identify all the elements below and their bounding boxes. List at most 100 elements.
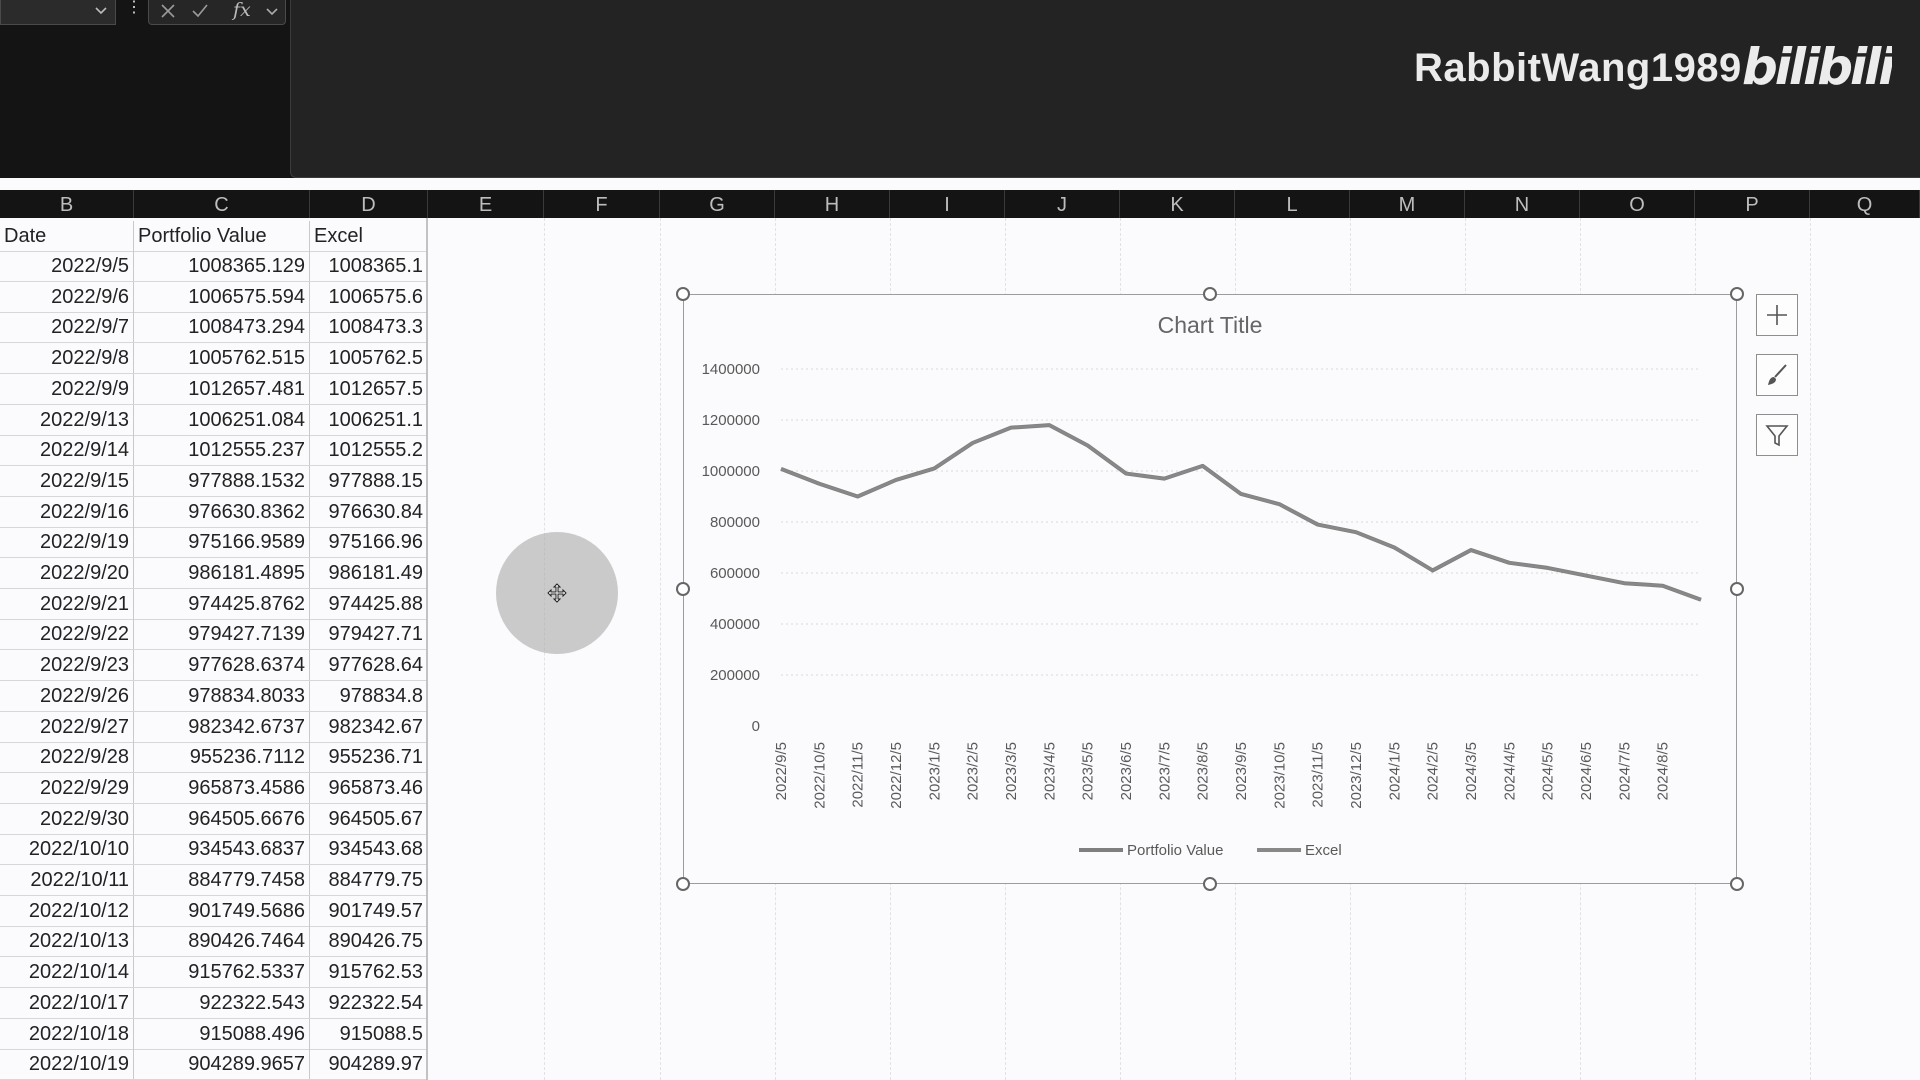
date-cell[interactable]: 2022/9/15 <box>0 465 134 496</box>
portfolio-value-cell[interactable]: 1006575.594 <box>134 281 310 312</box>
column-header-b[interactable]: B <box>0 190 134 218</box>
resize-handle-bottom-right[interactable] <box>1730 877 1744 891</box>
column-header-m[interactable]: M <box>1350 190 1465 218</box>
date-cell[interactable]: 2022/9/21 <box>0 588 134 619</box>
chevron-down-icon[interactable] <box>93 2 109 18</box>
portfolio-value-cell[interactable]: 977888.1532 <box>134 465 310 496</box>
date-cell[interactable]: 2022/10/19 <box>0 1049 134 1080</box>
date-cell[interactable]: 2022/10/11 <box>0 865 134 895</box>
date-cell[interactable]: 2022/10/14 <box>0 957 134 988</box>
column-header-p[interactable]: P <box>1695 190 1810 218</box>
column-header-cell[interactable]: Date <box>0 221 134 251</box>
portfolio-value-cell[interactable]: 934543.6837 <box>134 834 310 865</box>
date-cell[interactable]: 2022/9/14 <box>0 435 134 466</box>
date-cell[interactable]: 2022/9/16 <box>0 496 134 527</box>
portfolio-value-cell[interactable]: 955236.7112 <box>134 742 310 773</box>
date-cell[interactable]: 2022/9/29 <box>0 772 134 803</box>
column-header-f[interactable]: F <box>544 190 660 218</box>
excel-value-cell[interactable]: 978834.8 <box>310 680 428 711</box>
column-header-o[interactable]: O <box>1580 190 1695 218</box>
column-header-cell[interactable]: Excel <box>310 221 428 251</box>
excel-value-cell[interactable]: 965873.46 <box>310 772 428 803</box>
resize-handle-top-left[interactable] <box>676 287 690 301</box>
excel-value-cell[interactable]: 915088.5 <box>310 1018 428 1049</box>
excel-value-cell[interactable]: 977888.15 <box>310 465 428 496</box>
date-cell[interactable]: 2022/10/12 <box>0 895 134 926</box>
date-cell[interactable]: 2022/9/8 <box>0 343 134 374</box>
excel-value-cell[interactable]: 1005762.5 <box>310 343 428 374</box>
confirm-icon[interactable] <box>191 2 209 20</box>
excel-value-cell[interactable]: 977628.64 <box>310 650 428 681</box>
portfolio-value-cell[interactable]: 1012555.237 <box>134 435 310 466</box>
date-cell[interactable]: 2022/9/6 <box>0 281 134 312</box>
excel-value-cell[interactable]: 976630.84 <box>310 496 428 527</box>
date-cell[interactable]: 2022/9/9 <box>0 373 134 404</box>
excel-value-cell[interactable]: 1012555.2 <box>310 435 428 466</box>
date-cell[interactable]: 2022/9/5 <box>0 251 134 281</box>
portfolio-value-cell[interactable]: 986181.4895 <box>134 558 310 588</box>
date-cell[interactable]: 2022/9/20 <box>0 558 134 588</box>
portfolio-value-cell[interactable]: 901749.5686 <box>134 895 310 926</box>
excel-value-cell[interactable]: 904289.97 <box>310 1049 428 1080</box>
chart-styles-button[interactable] <box>1756 354 1798 396</box>
cancel-icon[interactable] <box>159 2 177 20</box>
date-cell[interactable]: 2022/9/7 <box>0 312 134 343</box>
portfolio-value-cell[interactable]: 977628.6374 <box>134 650 310 681</box>
excel-value-cell[interactable]: 986181.49 <box>310 558 428 588</box>
date-cell[interactable]: 2022/10/17 <box>0 987 134 1018</box>
date-cell[interactable]: 2022/9/28 <box>0 742 134 773</box>
date-cell[interactable]: 2022/9/19 <box>0 527 134 558</box>
excel-value-cell[interactable]: 915762.53 <box>310 957 428 988</box>
portfolio-value-cell[interactable]: 915762.5337 <box>134 957 310 988</box>
date-cell[interactable]: 2022/9/30 <box>0 803 134 834</box>
excel-value-cell[interactable]: 979427.71 <box>310 619 428 650</box>
portfolio-value-cell[interactable]: 978834.8033 <box>134 680 310 711</box>
date-cell[interactable]: 2022/10/18 <box>0 1018 134 1049</box>
portfolio-value-cell[interactable]: 1008473.294 <box>134 312 310 343</box>
portfolio-value-cell[interactable]: 890426.7464 <box>134 926 310 957</box>
date-cell[interactable]: 2022/9/23 <box>0 650 134 681</box>
portfolio-value-cell[interactable]: 975166.9589 <box>134 527 310 558</box>
excel-value-cell[interactable]: 890426.75 <box>310 926 428 957</box>
portfolio-value-cell[interactable]: 1008365.129 <box>134 251 310 281</box>
column-header-k[interactable]: K <box>1120 190 1235 218</box>
chevron-down-icon[interactable] <box>263 2 281 20</box>
column-header-q[interactable]: Q <box>1810 190 1920 218</box>
excel-value-cell[interactable]: 1008473.3 <box>310 312 428 343</box>
column-header-c[interactable]: C <box>134 190 310 218</box>
excel-value-cell[interactable]: 974425.88 <box>310 588 428 619</box>
column-header-cell[interactable]: Portfolio Value <box>134 221 310 251</box>
chart-filters-button[interactable] <box>1756 414 1798 456</box>
excel-value-cell[interactable]: 982342.67 <box>310 711 428 742</box>
excel-value-cell[interactable]: 901749.57 <box>310 895 428 926</box>
column-header-j[interactable]: J <box>1005 190 1120 218</box>
date-cell[interactable]: 2022/9/22 <box>0 619 134 650</box>
date-cell[interactable]: 2022/9/26 <box>0 680 134 711</box>
excel-value-cell[interactable]: 922322.54 <box>310 987 428 1018</box>
portfolio-value-cell[interactable]: 1005762.515 <box>134 343 310 374</box>
portfolio-value-cell[interactable]: 974425.8762 <box>134 588 310 619</box>
column-header-h[interactable]: H <box>775 190 890 218</box>
excel-value-cell[interactable]: 884779.75 <box>310 865 428 895</box>
resize-handle-bottom-left[interactable] <box>676 877 690 891</box>
column-header-g[interactable]: G <box>660 190 775 218</box>
date-cell[interactable]: 2022/10/10 <box>0 834 134 865</box>
date-cell[interactable]: 2022/9/27 <box>0 711 134 742</box>
excel-value-cell[interactable]: 934543.68 <box>310 834 428 865</box>
column-header-l[interactable]: L <box>1235 190 1350 218</box>
excel-value-cell[interactable]: 975166.96 <box>310 527 428 558</box>
portfolio-value-cell[interactable]: 915088.496 <box>134 1018 310 1049</box>
excel-value-cell[interactable]: 955236.71 <box>310 742 428 773</box>
portfolio-value-cell[interactable]: 884779.7458 <box>134 865 310 895</box>
portfolio-value-cell[interactable]: 904289.9657 <box>134 1049 310 1080</box>
excel-value-cell[interactable]: 1008365.1 <box>310 251 428 281</box>
resize-handle-bottom[interactable] <box>1203 877 1217 891</box>
excel-value-cell[interactable]: 1006251.1 <box>310 404 428 435</box>
chart-elements-button[interactable] <box>1756 294 1798 336</box>
portfolio-value-cell[interactable]: 1006251.084 <box>134 404 310 435</box>
column-header-i[interactable]: I <box>890 190 1005 218</box>
portfolio-value-cell[interactable]: 979427.7139 <box>134 619 310 650</box>
line-chart[interactable]: Chart Title 0 200000 400000 600000 800000 100… <box>676 287 1744 891</box>
portfolio-value-cell[interactable]: 965873.4586 <box>134 772 310 803</box>
date-cell[interactable]: 2022/10/13 <box>0 926 134 957</box>
